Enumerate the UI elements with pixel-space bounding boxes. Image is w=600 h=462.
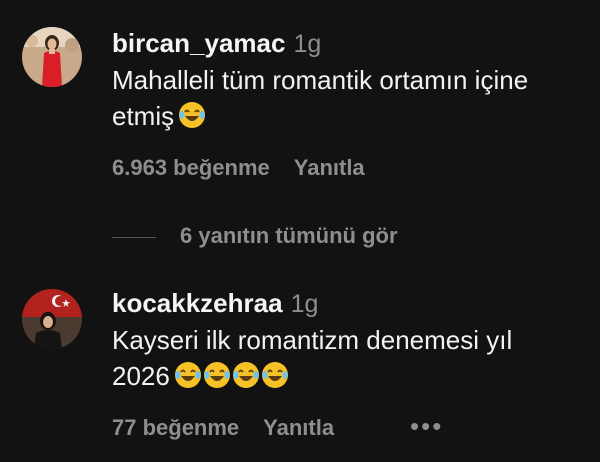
comment-text-line-2: etmiş (112, 101, 175, 131)
comment-actions: 77 beğenme Yanıtla (112, 414, 334, 442)
reply-button[interactable]: Yanıtla (263, 415, 334, 440)
comment-text-line-1: Kayseri ilk romantizm denemesi yıl (112, 325, 513, 355)
avatar[interactable] (22, 289, 82, 349)
laughing-tears-emoji-icon (174, 361, 202, 398)
more-options-icon[interactable]: ••• (410, 412, 443, 440)
view-replies-label: 6 yanıtın tümünü gör (180, 223, 398, 248)
comment-text: Kayseri ilk romantizm denemesi yıl 2026 (112, 322, 582, 398)
timestamp: 1g (290, 290, 319, 318)
comment-text-line-1: Mahalleli tüm romantik ortamın içine (112, 65, 529, 95)
username[interactable]: kocakkzehraa (112, 288, 283, 318)
woman-turkish-flag-avatar-icon (22, 289, 82, 349)
laughing-tears-emoji-icon (232, 361, 260, 398)
comment-text-line-2: 2026 (112, 361, 170, 391)
timestamp: 1g (293, 30, 322, 58)
laughing-tears-emoji-icon (203, 361, 231, 398)
likes-count[interactable]: 6.963 beğenme (112, 155, 270, 180)
comment-actions: 6.963 beğenme Yanıtla (112, 154, 365, 182)
username[interactable]: bircan_yamac (112, 28, 285, 58)
laughing-tears-emoji-icon (178, 101, 206, 138)
comment-header: bircan_yamac 1g (112, 28, 321, 63)
replies-divider (112, 236, 156, 238)
likes-count[interactable]: 77 beğenme (112, 415, 239, 440)
avatar[interactable] (22, 27, 82, 87)
view-replies-button[interactable]: 6 yanıtın tümünü gör (112, 222, 398, 250)
woman-red-dress-avatar-icon (22, 27, 82, 87)
comment-header: kocakkzehraa 1g (112, 288, 318, 323)
laughing-tears-emoji-icon (261, 361, 289, 398)
reply-button[interactable]: Yanıtla (294, 155, 365, 180)
comment-text: Mahalleli tüm romantik ortamın içine etm… (112, 62, 582, 138)
